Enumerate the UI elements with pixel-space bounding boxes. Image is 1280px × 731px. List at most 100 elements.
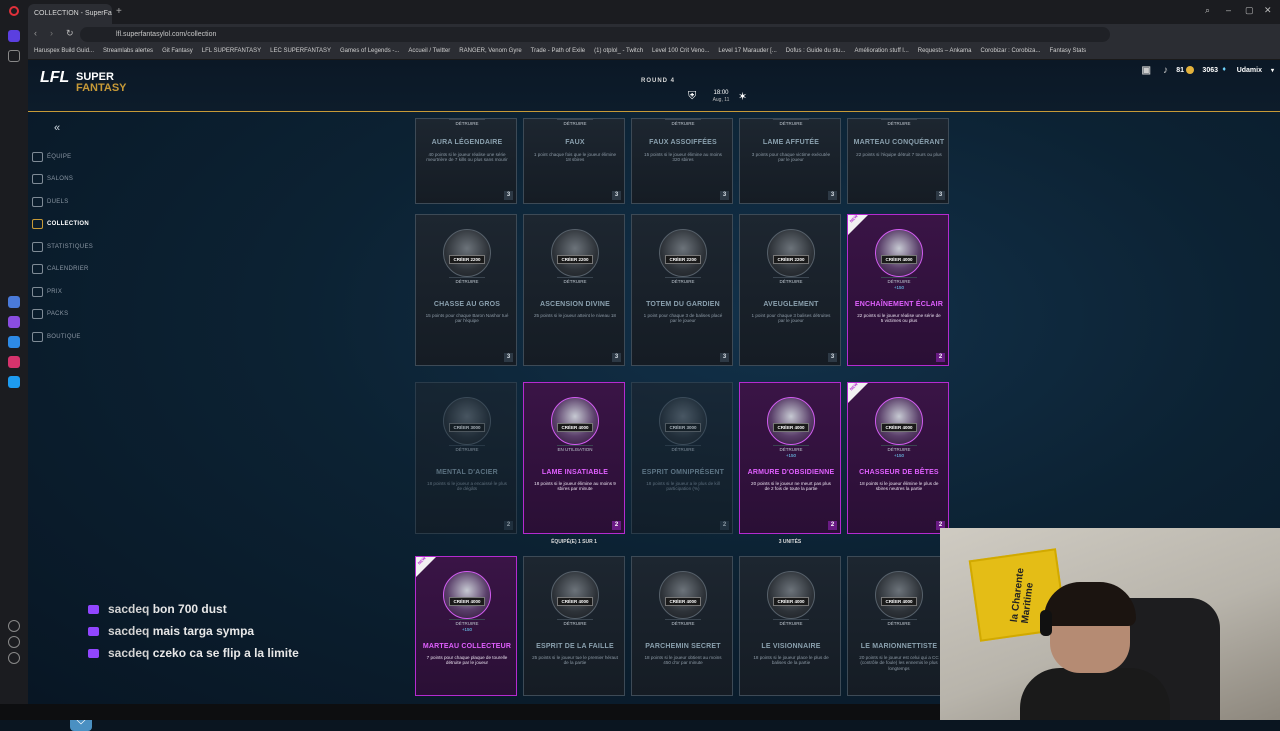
bookmark-item[interactable]: Fantasy Stats <box>1049 48 1086 54</box>
destroy-button[interactable]: DÉTRUIRE <box>773 619 809 627</box>
create-button[interactable]: CRÉER 2200 <box>773 255 809 264</box>
bookmark-item[interactable]: RANGER, Venom Gyre <box>459 48 521 54</box>
nav-item-7[interactable]: PRIX <box>32 285 62 299</box>
nav-item-4[interactable]: COLLECTION <box>32 217 89 231</box>
heart-icon[interactable] <box>8 636 20 648</box>
create-button[interactable]: CRÉER 4000 <box>449 597 485 606</box>
bookmark-item[interactable]: (1) otplol_ - Twitch <box>594 48 643 54</box>
collection-card[interactable]: CRÉER 4000 DÉTRUIRE +150 ARMURE D'OBSIDIENN… <box>739 382 841 534</box>
collection-card[interactable]: CRÉER 2200 DÉTRUIRE CHASSE AU GROS 15 point… <box>415 214 517 366</box>
destroy-button[interactable]: DÉTRUIRE <box>449 445 485 453</box>
create-button[interactable]: CRÉER 4000 <box>773 423 809 432</box>
logo[interactable]: LFL SUPER FANTASY <box>40 70 127 94</box>
browser-tab[interactable]: COLLECTION - SuperFa... <box>28 4 112 24</box>
create-button[interactable]: CRÉER 3000 <box>449 423 485 432</box>
username[interactable]: Udamix <box>1237 67 1262 74</box>
home-icon[interactable] <box>8 30 20 42</box>
bookmark-item[interactable]: Dofus : Guide du stu... <box>786 48 846 54</box>
collection-card[interactable]: DÉTRUIRE FAUX ASSOIFFÉES 15 points si le j… <box>631 118 733 204</box>
back-icon[interactable]: ‹ <box>34 28 37 38</box>
url-input[interactable]: lfl.superfantasylol.com/collection <box>80 27 1110 42</box>
forward-icon[interactable]: › <box>50 28 53 38</box>
bookmark-item[interactable]: Requests – Ankama <box>918 48 972 54</box>
settings-icon[interactable] <box>8 620 20 632</box>
collection-card[interactable]: CRÉER 4000 DÉTRUIRE ESPRIT DE LA FAILLE 25 … <box>523 556 625 696</box>
opera-logo-icon[interactable] <box>9 6 19 16</box>
destroy-button[interactable]: DÉTRUIRE <box>449 619 485 627</box>
nav-item-8[interactable]: PACKS <box>32 307 68 321</box>
bell-icon[interactable]: ♪ <box>1163 65 1168 76</box>
collection-card[interactable]: CRÉER 3000 DÉTRUIRE MENTAL D'ACIER 18 point… <box>415 382 517 534</box>
bookmark-item[interactable]: Corobizar : Corobiza... <box>980 48 1040 54</box>
history-icon[interactable] <box>8 652 20 664</box>
twitch-icon[interactable] <box>8 316 20 328</box>
destroy-button[interactable]: DÉTRUIRE <box>665 277 701 285</box>
collection-card[interactable]: DÉTRUIRE FAUX 1 point chaque fois que le j… <box>523 118 625 204</box>
bookmark-item[interactable]: LFL SUPERFANTASY <box>202 48 261 54</box>
create-button[interactable]: CRÉER 4000 <box>881 597 917 606</box>
create-button[interactable]: CRÉER 3000 <box>665 423 701 432</box>
create-button[interactable]: CRÉER 4000 <box>881 423 917 432</box>
instagram-icon[interactable] <box>8 356 20 368</box>
bookmark-item[interactable]: Git Fantasy <box>162 48 193 54</box>
destroy-button[interactable]: DÉTRUIRE <box>881 277 917 285</box>
nav-item-5[interactable]: STATISTIQUES <box>32 240 93 254</box>
create-button[interactable]: CRÉER 2200 <box>557 255 593 264</box>
bookmark-item[interactable]: LEC SUPERFANTASY <box>270 48 331 54</box>
collapse-sidebar-icon[interactable]: « <box>54 122 60 134</box>
reload-icon[interactable]: ↻ <box>66 28 74 39</box>
close-icon[interactable]: ✕ <box>1264 5 1272 16</box>
destroy-button[interactable]: DÉTRUIRE <box>449 119 485 127</box>
nav-item-3[interactable]: DUELS <box>32 195 69 209</box>
collection-card[interactable]: CRÉER 2200 DÉTRUIRE AVEUGLEMENT 1 point pou… <box>739 214 841 366</box>
nav-item-2[interactable]: SALONS <box>32 172 73 186</box>
bookmark-item[interactable]: Accueil / Twitter <box>408 48 450 54</box>
messenger-icon[interactable] <box>8 336 20 348</box>
create-button[interactable]: CRÉER 4000 <box>557 597 593 606</box>
destroy-button[interactable]: DÉTRUIRE <box>449 277 485 285</box>
bookmark-item[interactable]: Games of Legends -... <box>340 48 399 54</box>
destroy-button[interactable]: DÉTRUIRE <box>881 619 917 627</box>
collection-card[interactable]: CRÉER 4000 DÉTRUIRE LE VISIONNAIRE 18 point… <box>739 556 841 696</box>
aria-icon[interactable] <box>8 296 20 308</box>
collection-card[interactable]: CRÉER 3000 DÉTRUIRE ESPRIT OMNIPRÉSENT 18 p… <box>631 382 733 534</box>
bookmark-item[interactable]: Level 17 Marauder [... <box>718 48 776 54</box>
maximize-icon[interactable]: ▢ <box>1245 5 1254 16</box>
collection-card[interactable]: CRÉER 2200 DÉTRUIRE ASCENSION DIVINE 25 poi… <box>523 214 625 366</box>
destroy-button[interactable]: DÉTRUIRE <box>773 119 809 127</box>
destroy-button[interactable]: DÉTRUIRE <box>557 277 593 285</box>
create-button[interactable]: CRÉER 4000 <box>665 597 701 606</box>
create-button[interactable]: CRÉER 2200 <box>665 255 701 264</box>
nav-item-6[interactable]: CALENDRIER <box>32 262 89 276</box>
destroy-button[interactable]: DÉTRUIRE <box>881 119 917 127</box>
collection-card[interactable]: DÉTRUIRE MARTEAU CONQUÉRANT 22 points si l… <box>847 118 949 204</box>
bookmark-item[interactable]: Amélioration stuff l... <box>855 48 909 54</box>
collection-card[interactable]: DÉTRUIRE LAME AFFUTÉE 3 points pour chaque… <box>739 118 841 204</box>
destroy-button[interactable]: DÉTRUIRE <box>665 119 701 127</box>
destroy-button[interactable]: DÉTRUIRE <box>557 619 593 627</box>
collection-card[interactable]: CRÉER 4000 DÉTRUIRE +150 CHASSEUR DE BÊTES 1… <box>847 382 949 534</box>
bookmark-item[interactable]: Haruspex Build Guid... <box>34 48 94 54</box>
collection-card[interactable]: CRÉER 4000 DÉTRUIRE +150 ENCHAÎNEMENT ÉCLAI… <box>847 214 949 366</box>
gift-icon[interactable]: ▣ <box>1142 65 1151 76</box>
bookmark-item[interactable]: Trade - Path of Exile <box>531 48 585 54</box>
destroy-button[interactable]: DÉTRUIRE <box>773 277 809 285</box>
collection-card[interactable]: DÉTRUIRE AURA LÉGENDAIRE 40 points si le j… <box>415 118 517 204</box>
destroy-button[interactable]: DÉTRUIRE <box>557 119 593 127</box>
create-button[interactable]: CRÉER 4000 <box>773 597 809 606</box>
minimize-icon[interactable]: – <box>1226 5 1231 15</box>
star-icon[interactable] <box>8 50 20 62</box>
collection-card[interactable]: CRÉER 4000 DÉTRUIRE +150 MARTEAU COLLECTEUR… <box>415 556 517 696</box>
create-button[interactable]: CRÉER 4000 <box>557 423 593 432</box>
nav-item-1[interactable]: ÉQUIPE <box>32 150 71 164</box>
collection-card[interactable]: CRÉER 4000 DÉTRUIRE LE MARIONNETTISTE 20 po… <box>847 556 949 696</box>
destroy-button[interactable]: DÉTRUIRE <box>665 445 701 453</box>
bookmark-item[interactable]: Streamlabs alertes <box>103 48 153 54</box>
nav-item-9[interactable]: BOUTIQUE <box>32 330 81 344</box>
create-button[interactable]: CRÉER 2200 <box>449 255 485 264</box>
new-tab-icon[interactable]: + <box>116 6 122 17</box>
collection-card[interactable]: CRÉER 4000 EN UTILISATION LAME INSATIABLE 1… <box>523 382 625 534</box>
collection-card[interactable]: CRÉER 2200 DÉTRUIRE TOTEM DU GARDIEN 1 poin… <box>631 214 733 366</box>
destroy-button[interactable]: DÉTRUIRE <box>881 445 917 453</box>
destroy-button[interactable]: DÉTRUIRE <box>773 445 809 453</box>
